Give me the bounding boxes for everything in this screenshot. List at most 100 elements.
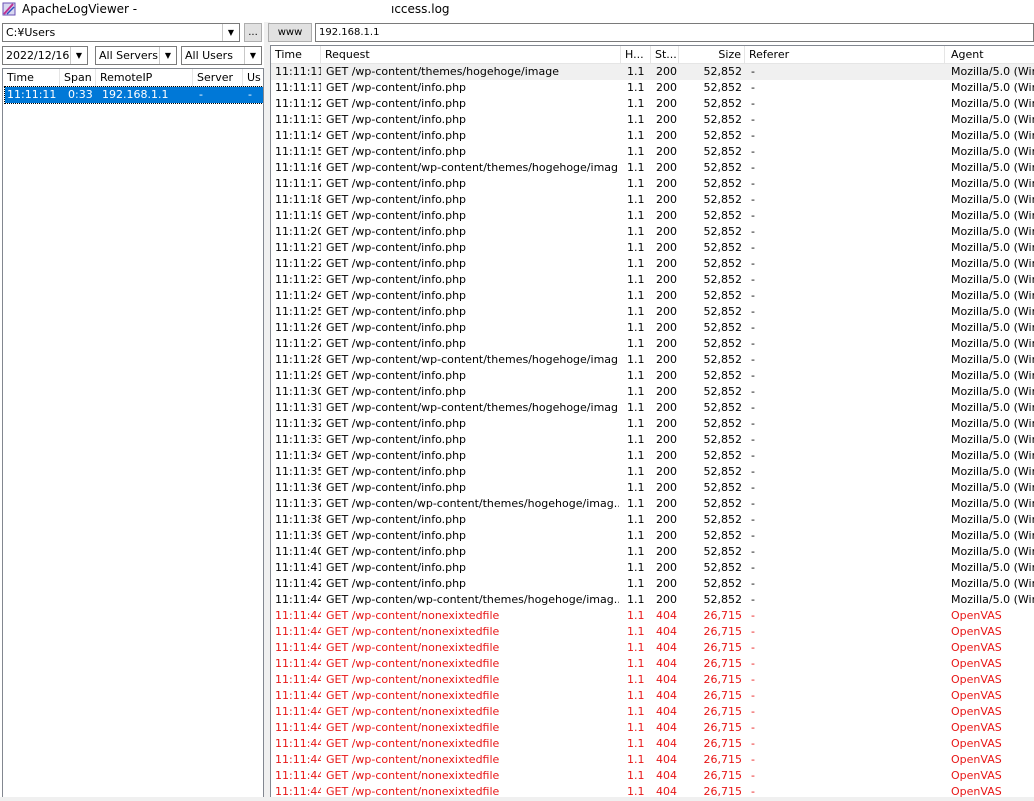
- cell-status: 200: [656, 257, 677, 270]
- cell-size: 26,715: [703, 753, 743, 766]
- cell-time: 11:11:44: [275, 721, 321, 734]
- column-header-remoteip[interactable]: RemoteIP: [96, 69, 193, 86]
- cell-status: 200: [656, 593, 677, 606]
- column-header-server[interactable]: Server: [193, 69, 243, 86]
- table-row[interactable]: 11:11:44 GET /wp-conten/wp-content/themes…: [271, 592, 1034, 608]
- column-header-size[interactable]: Size: [679, 46, 745, 63]
- column-header-referer[interactable]: Referer: [745, 46, 945, 63]
- cell-request: GET /wp-content/info.php: [326, 513, 467, 526]
- browse-button[interactable]: ...: [244, 23, 262, 42]
- table-row[interactable]: 11:11:37 GET /wp-conten/wp-content/themes…: [271, 496, 1034, 512]
- column-header-time[interactable]: Time: [3, 69, 60, 86]
- table-row[interactable]: 11:11:11 GET /wp-content/info.php 1.1 200 52…: [271, 80, 1034, 96]
- column-header-http[interactable]: H...: [621, 46, 651, 63]
- table-row[interactable]: 11:11:31 GET /wp-content/wp-content/theme…: [271, 400, 1034, 416]
- user-filter-select[interactable]: All Users ▼: [181, 46, 262, 65]
- cell-agent: OpenVAS: [951, 625, 1002, 638]
- table-row[interactable]: 11:11:23 GET /wp-content/info.php 1.1 200 52…: [271, 272, 1034, 288]
- table-row[interactable]: 11:11:16 GET /wp-content/wp-content/theme…: [271, 160, 1034, 176]
- session-row[interactable]: 11:11:11 0:33 192.168.1.1 - -: [4, 86, 263, 104]
- cell-size: 26,715: [703, 705, 743, 718]
- table-row[interactable]: 11:11:38 GET /wp-content/info.php 1.1 200 52…: [271, 512, 1034, 528]
- cell-time: 11:11:36: [275, 481, 321, 494]
- request-list[interactable]: Time Request H... St... Size Referer Age…: [270, 45, 1034, 799]
- table-row[interactable]: 11:11:44 GET /wp-content/nonexixtedfile 1.…: [271, 624, 1034, 640]
- column-header-time[interactable]: Time: [271, 46, 321, 63]
- table-row[interactable]: 11:11:34 GET /wp-content/info.php 1.1 200 52…: [271, 448, 1034, 464]
- table-row[interactable]: 11:11:33 GET /wp-content/info.php 1.1 200 52…: [271, 432, 1034, 448]
- table-row[interactable]: 11:11:27 GET /wp-content/info.php 1.1 200 52…: [271, 336, 1034, 352]
- date-picker[interactable]: 2022/12/16 ▼: [2, 46, 88, 65]
- table-row[interactable]: 11:11:44 GET /wp-content/nonexixtedfile 1.…: [271, 752, 1034, 768]
- table-row[interactable]: 11:11:20 GET /wp-content/info.php 1.1 200 52…: [271, 224, 1034, 240]
- path-combobox[interactable]: C:¥Users ▼: [2, 23, 240, 42]
- table-row[interactable]: 11:11:19 GET /wp-content/info.php 1.1 200 52…: [271, 208, 1034, 224]
- column-header-user[interactable]: Us: [243, 69, 263, 86]
- table-row[interactable]: 11:11:44 GET /wp-content/nonexixtedfile 1.…: [271, 704, 1034, 720]
- table-row[interactable]: 11:11:39 GET /wp-content/info.php 1.1 200 52…: [271, 528, 1034, 544]
- column-header-request[interactable]: Request: [321, 46, 621, 63]
- table-row[interactable]: 11:11:44 GET /wp-content/nonexixtedfile 1.…: [271, 672, 1034, 688]
- table-row[interactable]: 11:11:42 GET /wp-content/info.php 1.1 200 52…: [271, 576, 1034, 592]
- table-row[interactable]: 11:11:28 GET /wp-content/wp-content/theme…: [271, 352, 1034, 368]
- table-row[interactable]: 11:11:44 GET /wp-content/nonexixtedfile 1.…: [271, 736, 1034, 752]
- table-row[interactable]: 11:11:44 GET /wp-content/nonexixtedfile 1.…: [271, 640, 1034, 656]
- table-row[interactable]: 11:11:44 GET /wp-content/nonexixtedfile 1.…: [271, 768, 1034, 784]
- cell-referer: -: [751, 513, 755, 526]
- chevron-down-icon[interactable]: ▼: [222, 24, 239, 41]
- chevron-down-icon[interactable]: ▼: [244, 47, 261, 64]
- server-button[interactable]: www: [268, 23, 312, 42]
- table-row[interactable]: 11:11:21 GET /wp-content/info.php 1.1 200 52…: [271, 240, 1034, 256]
- column-header-status[interactable]: St...: [651, 46, 679, 63]
- table-row[interactable]: 11:11:41 GET /wp-content/info.php 1.1 200 52…: [271, 560, 1034, 576]
- table-row[interactable]: 11:11:17 GET /wp-content/info.php 1.1 200 52…: [271, 176, 1034, 192]
- chevron-down-icon[interactable]: ▼: [70, 47, 87, 64]
- cell-referer: -: [751, 225, 755, 238]
- cell-status: 200: [656, 401, 677, 414]
- table-row[interactable]: 11:11:44 GET /wp-content/nonexixtedfile 1.…: [271, 608, 1034, 624]
- table-row[interactable]: 11:11:11 GET /wp-content/themes/hogehoge/…: [271, 64, 1034, 80]
- cell-size: 52,852: [703, 417, 743, 430]
- table-row[interactable]: 11:11:22 GET /wp-content/info.php 1.1 200 52…: [271, 256, 1034, 272]
- cell-http: 1.1: [627, 625, 645, 638]
- table-row[interactable]: 11:11:44 GET /wp-content/nonexixtedfile 1.…: [271, 720, 1034, 736]
- column-header-agent[interactable]: Agent: [945, 46, 1034, 63]
- cell-http: 1.1: [627, 577, 645, 590]
- table-row[interactable]: 11:11:35 GET /wp-content/info.php 1.1 200 52…: [271, 464, 1034, 480]
- cell-time: 11:11:21: [275, 241, 321, 254]
- cell-time: 11:11:44: [275, 673, 321, 686]
- cell-size: 52,852: [703, 177, 743, 190]
- table-row[interactable]: 11:11:18 GET /wp-content/info.php 1.1 200 52…: [271, 192, 1034, 208]
- cell-time: 11:11:44: [275, 641, 321, 654]
- table-row[interactable]: 11:11:26 GET /wp-content/info.php 1.1 200 52…: [271, 320, 1034, 336]
- table-row[interactable]: 11:11:30 GET /wp-content/info.php 1.1 200 52…: [271, 384, 1034, 400]
- ip-field[interactable]: 192.168.1.1: [315, 23, 1034, 42]
- table-row[interactable]: 11:11:44 GET /wp-content/nonexixtedfile 1.…: [271, 688, 1034, 704]
- table-row[interactable]: 11:11:14 GET /wp-content/info.php 1.1 200 52…: [271, 128, 1034, 144]
- table-row[interactable]: 11:11:13 GET /wp-content/info.php 1.1 200 52…: [271, 112, 1034, 128]
- server-filter-select[interactable]: All Servers ▼: [95, 46, 177, 65]
- table-row[interactable]: 11:11:29 GET /wp-content/info.php 1.1 200 52…: [271, 368, 1034, 384]
- cell-size: 52,852: [703, 145, 743, 158]
- session-list[interactable]: Time Span RemoteIP Server Us 11:11:11 0:…: [2, 68, 264, 799]
- table-row[interactable]: 11:11:36 GET /wp-content/info.php 1.1 200 52…: [271, 480, 1034, 496]
- cell-referer: -: [751, 577, 755, 590]
- cell-agent: Mozilla/5.0 (Win...: [951, 593, 1034, 606]
- table-row[interactable]: 11:11:40 GET /wp-content/info.php 1.1 200 52…: [271, 544, 1034, 560]
- cell-request: GET /wp-conten/wp-content/themes/hogehog…: [326, 593, 619, 606]
- cell-agent: Mozilla/5.0 (Win...: [951, 225, 1034, 238]
- table-row[interactable]: 11:11:15 GET /wp-content/info.php 1.1 200 52…: [271, 144, 1034, 160]
- table-row[interactable]: 11:11:24 GET /wp-content/info.php 1.1 200 52…: [271, 288, 1034, 304]
- cell-status: 404: [656, 641, 677, 654]
- chevron-down-icon[interactable]: ▼: [159, 47, 176, 64]
- cell-agent: Mozilla/5.0 (Win...: [951, 513, 1034, 526]
- cell-agent: Mozilla/5.0 (Win...: [951, 161, 1034, 174]
- table-row[interactable]: 11:11:25 GET /wp-content/info.php 1.1 200 52…: [271, 304, 1034, 320]
- cell-http: 1.1: [627, 225, 645, 238]
- table-row[interactable]: 11:11:44 GET /wp-content/nonexixtedfile 1.…: [271, 656, 1034, 672]
- cell-time: 11:11:29: [275, 369, 321, 382]
- cell-referer: -: [751, 353, 755, 366]
- table-row[interactable]: 11:11:12 GET /wp-content/info.php 1.1 200 52…: [271, 96, 1034, 112]
- column-header-span[interactable]: Span: [60, 69, 96, 86]
- table-row[interactable]: 11:11:32 GET /wp-content/info.php 1.1 200 52…: [271, 416, 1034, 432]
